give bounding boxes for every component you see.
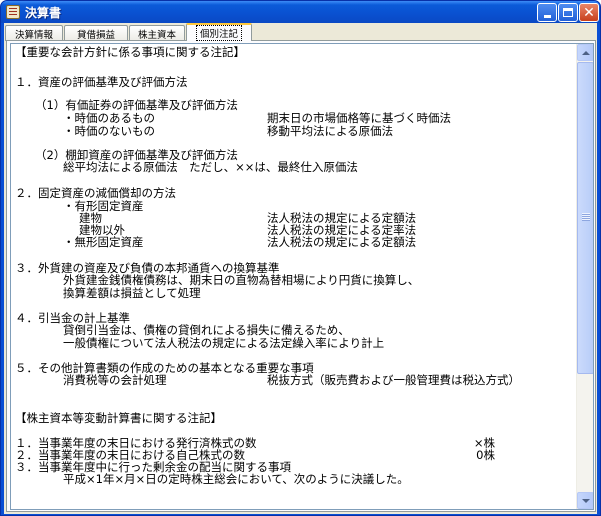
client-area: 決算情報 貸借損益 株主資本 個別注記 【重要な会計方針に係る事項に関する注記】… bbox=[4, 23, 597, 514]
section-4-line-1: 貸倒引当金は、債権の貸倒れによる損失に備えるため、 bbox=[63, 323, 350, 337]
section-1-1-a-label: ・時価のあるもの bbox=[63, 111, 155, 125]
arrow-down-icon bbox=[581, 498, 590, 503]
notes-content[interactable]: 【重要な会計方針に係る事項に関する注記】 １．資産の評価基準及び評価方法 （1）… bbox=[13, 44, 576, 509]
grip-icon bbox=[582, 213, 590, 221]
scroll-thumb[interactable] bbox=[577, 62, 593, 374]
section-1-2-body: 総平均法による原価法 ただし、××は、最終仕入原価法 bbox=[63, 160, 358, 174]
ledger-document-icon[interactable] bbox=[6, 5, 20, 19]
section-2-title: ２．固定資産の減価償却の方法 bbox=[15, 186, 176, 200]
section-1-1-title: （1）有価証券の評価基準及び評価方法 bbox=[35, 98, 238, 112]
section-1-1-a-value: 期末日の市場価格等に基づく時価法 bbox=[267, 111, 451, 125]
scroll-up-button[interactable] bbox=[577, 44, 593, 61]
section-2-intangible-value: 法人税法の規定による定額法 bbox=[267, 235, 417, 249]
section-1-1-b-value: 移動平均法による原価法 bbox=[267, 124, 394, 138]
section-1-title: １．資産の評価基準及び評価方法 bbox=[15, 75, 188, 89]
tab-label: 個別注記 bbox=[195, 25, 242, 41]
section-2-tangible: ・有形固定資産 bbox=[63, 199, 144, 213]
arrow-up-icon bbox=[581, 50, 590, 55]
maximize-icon bbox=[563, 8, 573, 17]
tab-settlement-info[interactable]: 決算情報 bbox=[5, 25, 63, 41]
window-title: 決算書 bbox=[25, 6, 62, 20]
tab-label: 決算情報 bbox=[14, 29, 53, 41]
notes-text-area[interactable]: 【重要な会計方針に係る事項に関する注記】 １．資産の評価基準及び評価方法 （1）… bbox=[10, 43, 594, 510]
section-2-intangible-label: ・無形固定資産 bbox=[63, 235, 144, 249]
section-5-label: 消費税等の会計処理 bbox=[63, 373, 167, 387]
tab-shareholders-equity[interactable]: 株主資本 bbox=[129, 25, 185, 41]
tab-panel: 【重要な会計方針に係る事項に関する注記】 １．資産の評価基準及び評価方法 （1）… bbox=[6, 40, 596, 512]
equity-3-body: 平成×1年×月×日の定時株主総会において、次のように決議した。 bbox=[63, 472, 409, 486]
section-1-1-b-label: ・時価のないもの bbox=[63, 124, 155, 138]
close-button[interactable]: ✕ bbox=[579, 3, 599, 22]
minimize-button[interactable] bbox=[537, 3, 557, 22]
section-5-value: 税抜方式（販売費および一般管理費は税込方式） bbox=[267, 373, 520, 387]
section-3-line-2: 換算差額は損益として処理 bbox=[63, 286, 201, 300]
section-3-line-1: 外貨建金銭債権債務は、期末日の直物為替相場により円貨に換算し、 bbox=[63, 273, 420, 287]
section-4-line-2: 一般債権について法人税法の規定による法定繰入率により計上 bbox=[63, 336, 385, 350]
tab-label: 貸借損益 bbox=[76, 29, 115, 41]
scroll-down-button[interactable] bbox=[577, 492, 593, 509]
tab-strip: 決算情報 貸借損益 株主資本 個別注記 bbox=[4, 23, 597, 41]
tab-individual-notes[interactable]: 個別注記 bbox=[186, 23, 252, 41]
tab-label: 株主資本 bbox=[137, 29, 176, 41]
title-bar[interactable]: 決算書 ✕ bbox=[1, 1, 600, 23]
equity-notes-header: 【株主資本等変動計算書に関する注記】 bbox=[15, 411, 222, 425]
maximize-button[interactable] bbox=[558, 3, 578, 22]
notes-header: 【重要な会計方針に係る事項に関する注記】 bbox=[15, 45, 245, 59]
minimize-icon bbox=[543, 15, 551, 18]
equity-2-value: 0株 bbox=[476, 448, 495, 462]
app-window: 決算書 ✕ 決算情報 貸借損益 株主資本 個別注記 【重要な会計方針に係る事項に… bbox=[0, 0, 601, 516]
vertical-scrollbar[interactable] bbox=[576, 44, 593, 509]
close-icon: ✕ bbox=[583, 4, 595, 21]
tab-balance-income[interactable]: 貸借損益 bbox=[64, 25, 128, 41]
